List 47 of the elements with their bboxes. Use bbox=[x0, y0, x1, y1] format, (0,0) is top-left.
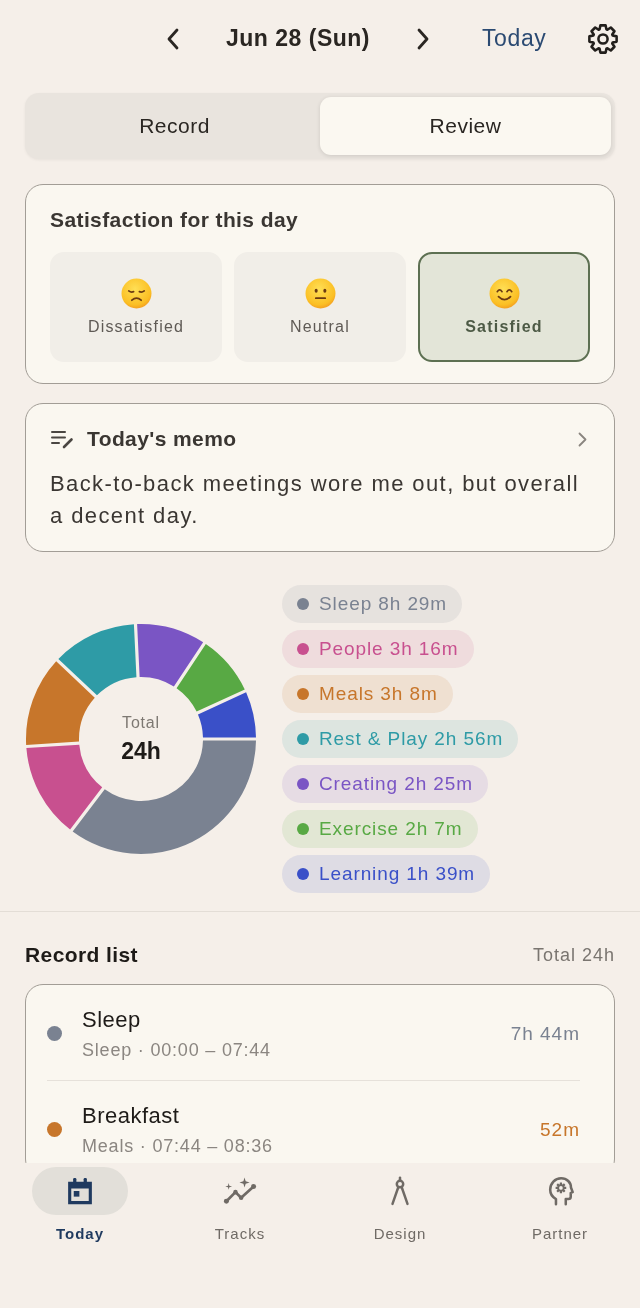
donut-total-value: 24h bbox=[121, 737, 161, 765]
legend-label: Meals 3h 8m bbox=[319, 683, 438, 705]
satisfaction-option[interactable]: Dissatisfied bbox=[50, 252, 222, 362]
today-link[interactable]: Today bbox=[482, 25, 547, 52]
chevron-right-icon bbox=[578, 431, 587, 447]
chevron-left-icon[interactable] bbox=[166, 27, 180, 50]
record-title: Breakfast bbox=[82, 1102, 181, 1130]
record-row[interactable]: Sleep Sleep · 00:00 – 07:44 7h 44m bbox=[47, 985, 580, 1081]
record-duration: 7h 44m bbox=[510, 1022, 580, 1045]
view-tab[interactable]: Review bbox=[320, 97, 611, 155]
nav-tab[interactable]: Today bbox=[0, 1167, 160, 1244]
total-text: Total 24h bbox=[532, 944, 615, 966]
neutral-face-icon bbox=[304, 278, 336, 309]
sad-face-icon bbox=[120, 278, 152, 309]
legend-label: Sleep 8h 29m bbox=[319, 593, 448, 615]
view-tab[interactable]: Record bbox=[29, 97, 320, 155]
donut-slice bbox=[137, 624, 204, 687]
calendar-icon bbox=[65, 1176, 95, 1206]
nav-tab[interactable]: Design bbox=[320, 1167, 480, 1244]
record-duration: 52m bbox=[540, 1118, 580, 1141]
satisfaction-option[interactable]: Neutral bbox=[234, 252, 406, 362]
chart-sparkle-icon bbox=[223, 1176, 257, 1206]
legend-label: Exercise 2h 7m bbox=[319, 818, 463, 840]
record-subtitle: Sleep · 00:00 – 07:44 bbox=[82, 1040, 272, 1061]
satisfaction-option[interactable]: Satisfied bbox=[418, 252, 590, 362]
donut-total-label: Total bbox=[122, 713, 160, 732]
note-pencil-icon bbox=[50, 429, 74, 449]
nav-tab[interactable]: Tracks bbox=[160, 1167, 320, 1244]
record-title: Sleep bbox=[82, 1006, 142, 1034]
legend-label: Rest & Play 2h 56m bbox=[319, 728, 504, 750]
section-title: Satisfaction for this day bbox=[50, 207, 300, 233]
nav-tab[interactable]: Partner bbox=[480, 1167, 640, 1244]
record-row[interactable]: Breakfast Meals · 07:44 – 08:36 52m bbox=[47, 1081, 580, 1163]
memo-card[interactable]: Today's memo Back-to-back meetings wore me out, but overall a decent day. bbox=[25, 403, 615, 552]
record-subtitle: Meals · 07:44 – 08:36 bbox=[82, 1136, 274, 1157]
compass-icon bbox=[389, 1176, 411, 1206]
legend-label: People 3h 16m bbox=[319, 638, 459, 660]
section-title: Record list bbox=[25, 943, 138, 967]
chevron-right-icon[interactable] bbox=[416, 27, 430, 50]
memo-title: Today's memo bbox=[87, 427, 237, 451]
legend-label: Creating 2h 25m bbox=[319, 773, 473, 795]
smiling-face-icon bbox=[488, 278, 520, 309]
settings-icon[interactable] bbox=[587, 22, 619, 55]
date-title: Jun 28 (Sun) bbox=[225, 25, 371, 52]
head-gear-icon bbox=[546, 1176, 574, 1206]
memo-text: Back-to-back meetings wore me out, but overall a decent day. bbox=[50, 470, 581, 530]
legend-label: Learning 1h 39m bbox=[319, 863, 476, 885]
